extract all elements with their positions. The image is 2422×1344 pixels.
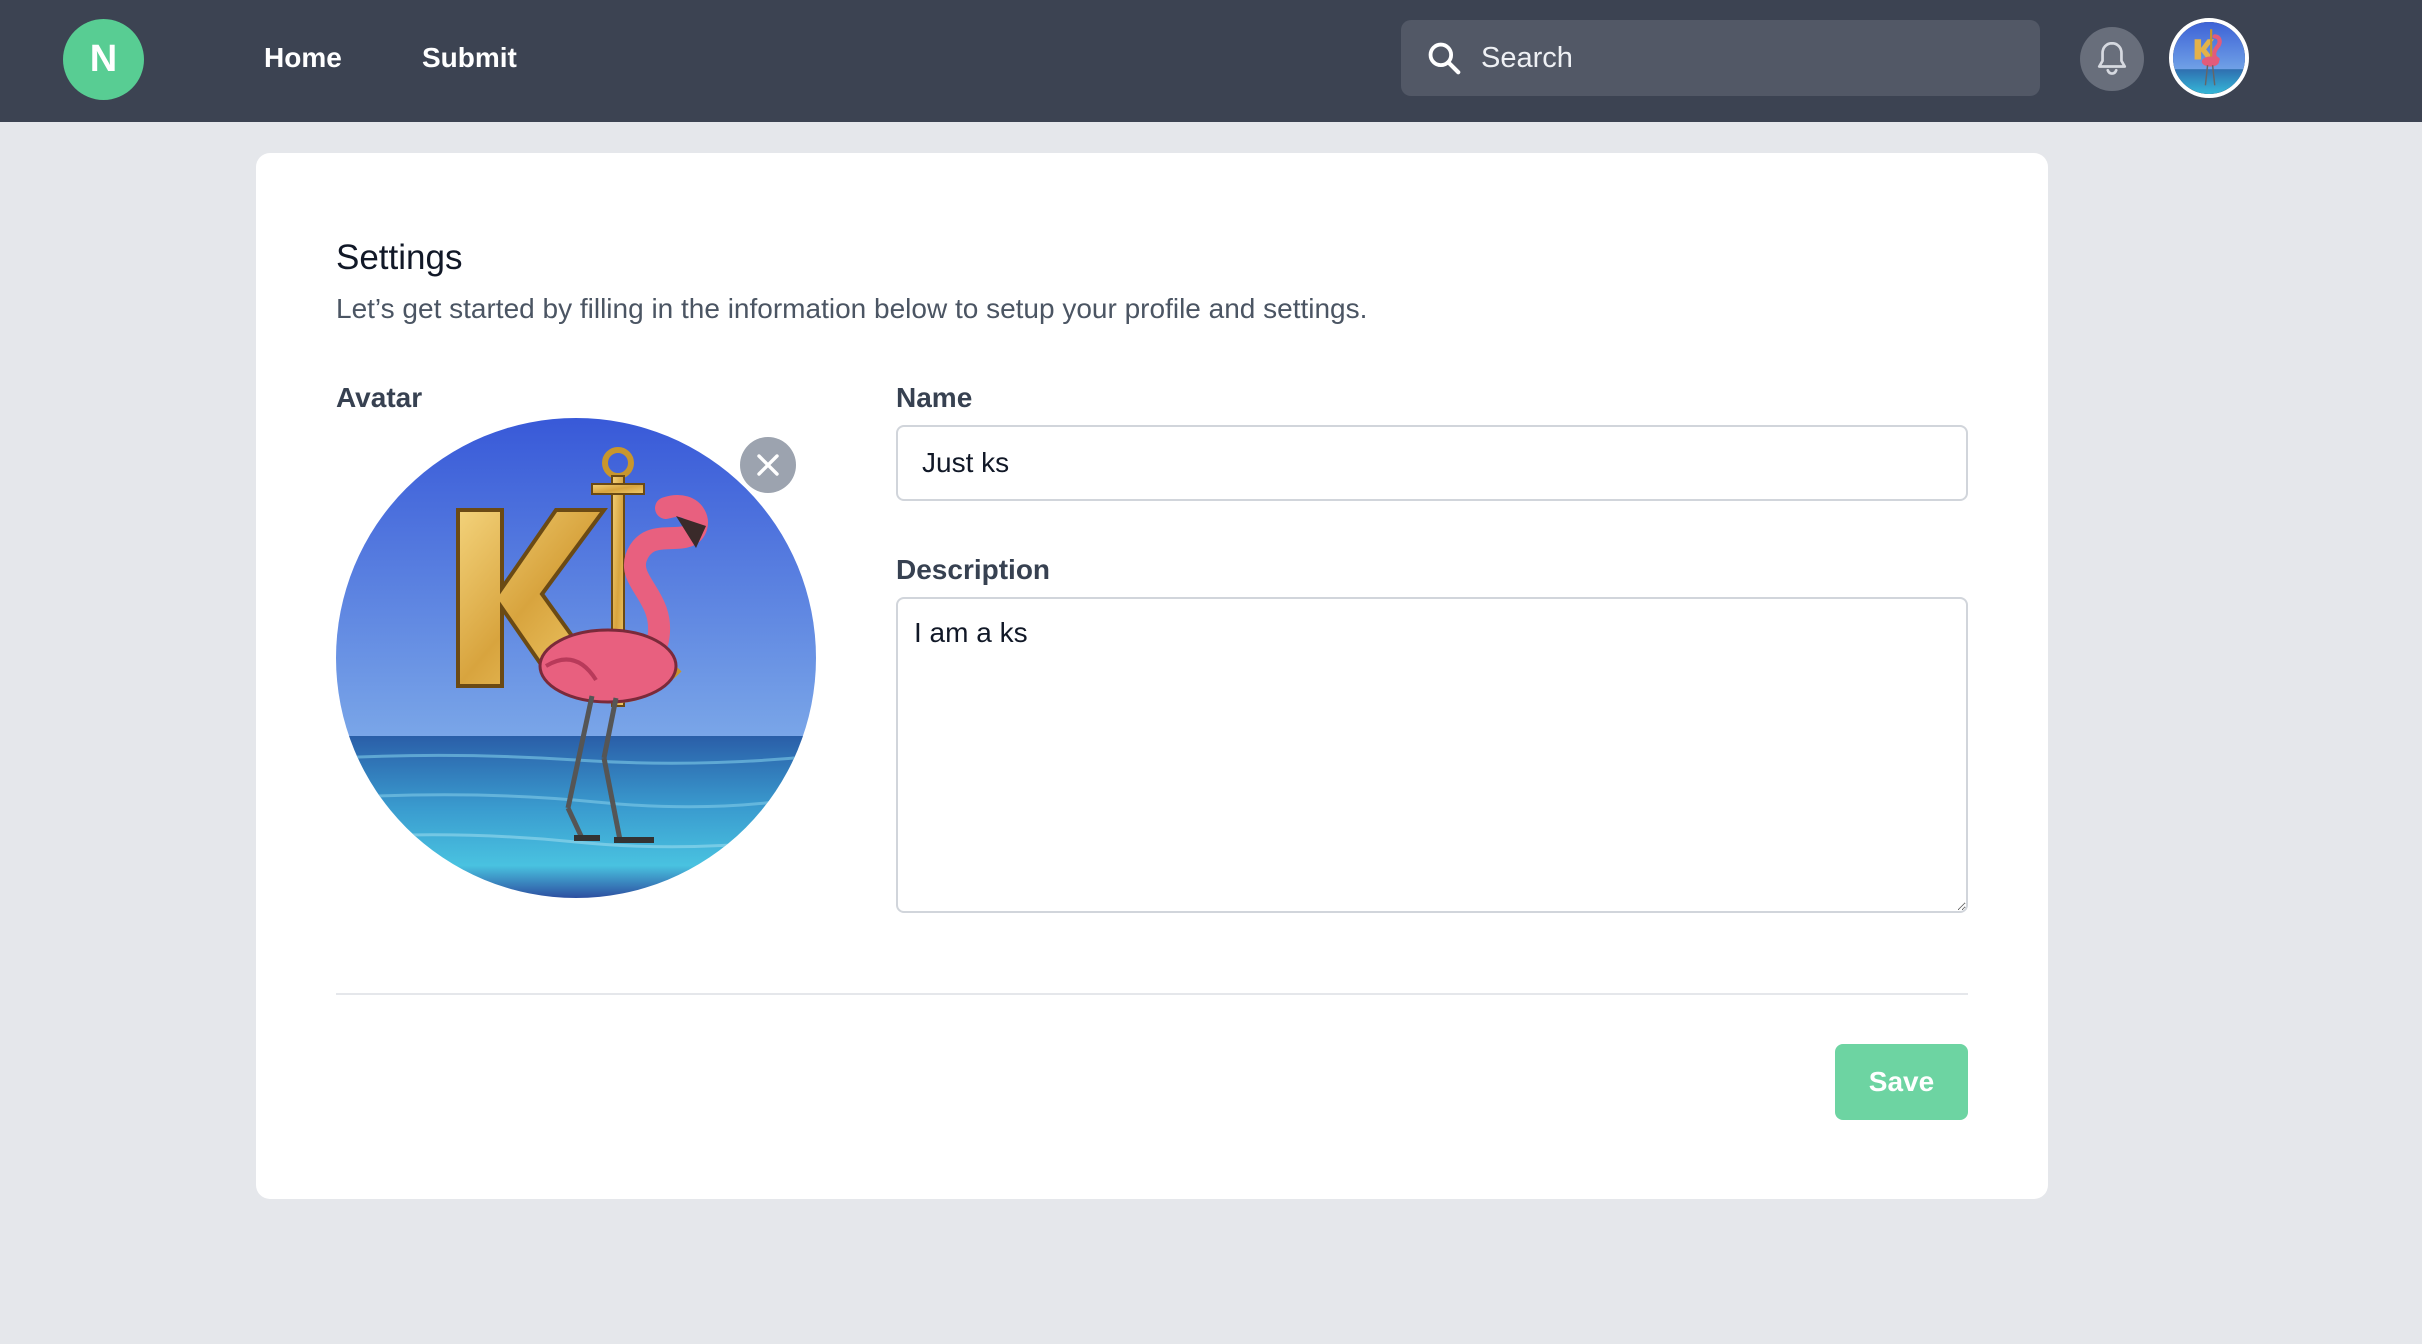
app-logo[interactable]: N [63,19,144,100]
avatar-label: Avatar [336,382,423,413]
nav-link-home[interactable]: Home [264,40,342,76]
close-icon [757,454,779,476]
bell-icon [2097,41,2127,75]
search-input[interactable] [1481,20,2021,96]
user-avatar-button[interactable] [2169,18,2249,98]
ks-flamingo-avatar-icon [2173,22,2245,94]
save-button[interactable]: Save [1835,1044,1968,1120]
description-label: Description [896,554,1051,585]
avatar-image[interactable] [336,418,816,898]
page-title: Settings [336,238,463,277]
notifications-button[interactable] [2080,27,2144,91]
divider [336,993,1968,995]
description-field[interactable]: I am a ks [896,597,1968,913]
search-bar[interactable] [1401,20,2040,96]
settings-card: Settings Let’s get started by filling in… [256,153,2048,1199]
page-subtitle: Let’s get started by filling in the info… [336,293,1368,324]
search-icon [1428,42,1461,75]
top-navbar: N Home Submit [0,0,2422,122]
ks-flamingo-avatar-icon [336,418,816,898]
nav-link-submit[interactable]: Submit [422,40,517,76]
name-label: Name [896,382,973,413]
remove-avatar-button[interactable] [740,437,796,493]
name-field[interactable] [896,425,1968,501]
